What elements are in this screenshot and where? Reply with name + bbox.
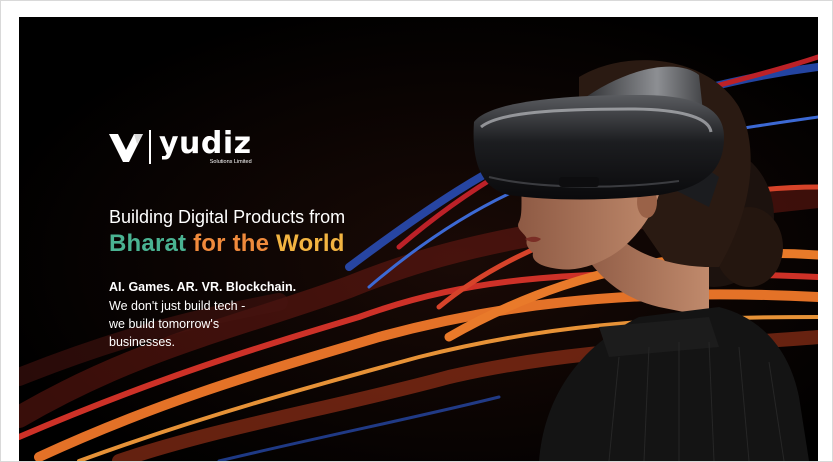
headline-bharat: Bharat xyxy=(109,230,187,257)
headline-world: World xyxy=(276,230,345,257)
headline-for-the: for the xyxy=(193,230,270,257)
brand-wordmark: yudiz Solutions Limited xyxy=(159,129,252,166)
brand-logo: yudiz Solutions Limited xyxy=(109,129,252,166)
headline-line-2: Bharat for the World xyxy=(109,230,345,258)
hero-banner: yudiz Solutions Limited Building Digital… xyxy=(19,17,818,461)
logo-divider xyxy=(149,130,151,165)
services-list: AI. Games. AR. VR. Blockchain. xyxy=(109,280,297,294)
tagline-line-2: we build tomorrow's xyxy=(109,317,220,331)
brand-name: yudiz xyxy=(159,126,252,161)
tagline-line-1: We don't just build tech - xyxy=(109,299,246,313)
headline-line-1: Building Digital Products from xyxy=(109,207,346,227)
tagline-line-3: businesses. xyxy=(109,335,176,349)
brand-tagline: Solutions Limited xyxy=(209,159,252,165)
page-frame: yudiz Solutions Limited Building Digital… xyxy=(0,0,833,462)
yudiz-logo-icon xyxy=(109,134,143,163)
